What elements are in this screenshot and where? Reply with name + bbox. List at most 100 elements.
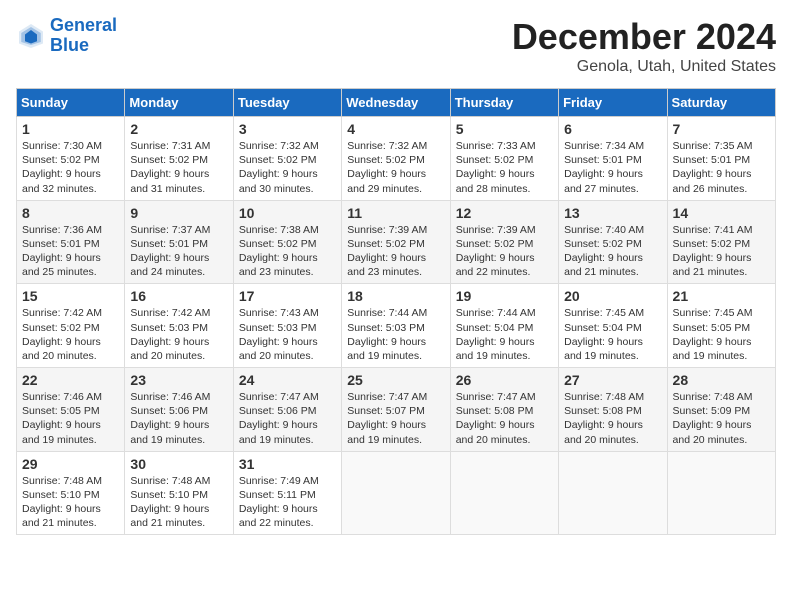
calendar-cell: 7Sunrise: 7:35 AM Sunset: 5:01 PM Daylig… bbox=[667, 117, 775, 201]
day-number: 8 bbox=[22, 205, 119, 221]
day-info: Sunrise: 7:39 AM Sunset: 5:02 PM Dayligh… bbox=[456, 223, 553, 280]
day-number: 24 bbox=[239, 372, 336, 388]
day-number: 27 bbox=[564, 372, 661, 388]
day-number: 29 bbox=[22, 456, 119, 472]
logo-line1: General bbox=[50, 15, 117, 35]
day-info: Sunrise: 7:47 AM Sunset: 5:06 PM Dayligh… bbox=[239, 390, 336, 447]
day-number: 18 bbox=[347, 288, 444, 304]
logo-icon bbox=[16, 21, 46, 51]
calendar-table: SundayMondayTuesdayWednesdayThursdayFrid… bbox=[16, 88, 776, 535]
weekday-header: Saturday bbox=[667, 89, 775, 117]
calendar-cell: 11Sunrise: 7:39 AM Sunset: 5:02 PM Dayli… bbox=[342, 200, 450, 284]
day-number: 1 bbox=[22, 121, 119, 137]
calendar-cell: 23 Sunrise: 7:46 AM Sunset: 5:06 PM Dayli… bbox=[125, 368, 233, 452]
day-info: Sunrise: 7:32 AM Sunset: 5:02 PM Dayligh… bbox=[347, 139, 444, 196]
day-info: Sunrise: 7:31 AM Sunset: 5:02 PM Dayligh… bbox=[130, 139, 227, 196]
calendar-week-row: 1 Sunrise: 7:30 AM Sunset: 5:02 PM Daylig… bbox=[17, 117, 776, 201]
location: Genola, Utah, United States bbox=[512, 58, 776, 76]
day-number: 13 bbox=[564, 205, 661, 221]
day-number: 4 bbox=[347, 121, 444, 137]
day-number: 3 bbox=[239, 121, 336, 137]
day-number: 22 bbox=[22, 372, 119, 388]
day-number: 30 bbox=[130, 456, 227, 472]
calendar-cell bbox=[667, 451, 775, 535]
day-number: 25 bbox=[347, 372, 444, 388]
calendar-week-row: 29 Sunrise: 7:48 AM Sunset: 5:10 PM Dayli… bbox=[17, 451, 776, 535]
day-number: 16 bbox=[130, 288, 227, 304]
calendar-cell: 24 Sunrise: 7:47 AM Sunset: 5:06 PM Dayli… bbox=[233, 368, 341, 452]
day-number: 2 bbox=[130, 121, 227, 137]
calendar-cell: 5 Sunrise: 7:33 AM Sunset: 5:02 PM Daylig… bbox=[450, 117, 558, 201]
day-info: Sunrise: 7:35 AM Sunset: 5:01 PM Dayligh… bbox=[673, 139, 770, 196]
logo-line2: Blue bbox=[50, 35, 89, 55]
day-info: Sunrise: 7:33 AM Sunset: 5:02 PM Dayligh… bbox=[456, 139, 553, 196]
day-info: Sunrise: 7:46 AM Sunset: 5:06 PM Dayligh… bbox=[130, 390, 227, 447]
day-number: 21 bbox=[673, 288, 770, 304]
day-info: Sunrise: 7:41 AM Sunset: 5:02 PM Dayligh… bbox=[673, 223, 770, 280]
calendar-cell: 14 Sunrise: 7:41 AM Sunset: 5:02 PM Dayli… bbox=[667, 200, 775, 284]
day-number: 9 bbox=[130, 205, 227, 221]
day-number: 14 bbox=[673, 205, 770, 221]
day-info: Sunrise: 7:40 AM Sunset: 5:02 PM Dayligh… bbox=[564, 223, 661, 280]
day-info: Sunrise: 7:44 AM Sunset: 5:04 PM Dayligh… bbox=[456, 306, 553, 363]
day-info: Sunrise: 7:48 AM Sunset: 5:09 PM Dayligh… bbox=[673, 390, 770, 447]
calendar-cell: 8 Sunrise: 7:36 AM Sunset: 5:01 PM Daylig… bbox=[17, 200, 125, 284]
day-info: Sunrise: 7:48 AM Sunset: 5:08 PM Dayligh… bbox=[564, 390, 661, 447]
calendar-cell: 18 Sunrise: 7:44 AM Sunset: 5:03 PM Dayli… bbox=[342, 284, 450, 368]
day-info: Sunrise: 7:48 AM Sunset: 5:10 PM Dayligh… bbox=[130, 474, 227, 531]
day-info: Sunrise: 7:43 AM Sunset: 5:03 PM Dayligh… bbox=[239, 306, 336, 363]
day-number: 15 bbox=[22, 288, 119, 304]
weekday-header: Friday bbox=[559, 89, 667, 117]
calendar-cell: 25Sunrise: 7:47 AM Sunset: 5:07 PM Dayli… bbox=[342, 368, 450, 452]
day-info: Sunrise: 7:46 AM Sunset: 5:05 PM Dayligh… bbox=[22, 390, 119, 447]
calendar-cell: 21 Sunrise: 7:45 AM Sunset: 5:05 PM Dayli… bbox=[667, 284, 775, 368]
day-info: Sunrise: 7:47 AM Sunset: 5:08 PM Dayligh… bbox=[456, 390, 553, 447]
day-number: 20 bbox=[564, 288, 661, 304]
calendar-cell: 2 Sunrise: 7:31 AM Sunset: 5:02 PM Daylig… bbox=[125, 117, 233, 201]
calendar-cell bbox=[450, 451, 558, 535]
day-info: Sunrise: 7:42 AM Sunset: 5:02 PM Dayligh… bbox=[22, 306, 119, 363]
calendar-cell: 26 Sunrise: 7:47 AM Sunset: 5:08 PM Dayli… bbox=[450, 368, 558, 452]
calendar-cell: 30 Sunrise: 7:48 AM Sunset: 5:10 PM Dayli… bbox=[125, 451, 233, 535]
day-info: Sunrise: 7:45 AM Sunset: 5:04 PM Dayligh… bbox=[564, 306, 661, 363]
day-info: Sunrise: 7:32 AM Sunset: 5:02 PM Dayligh… bbox=[239, 139, 336, 196]
day-info: Sunrise: 7:36 AM Sunset: 5:01 PM Dayligh… bbox=[22, 223, 119, 280]
weekday-header: Sunday bbox=[17, 89, 125, 117]
day-info: Sunrise: 7:44 AM Sunset: 5:03 PM Dayligh… bbox=[347, 306, 444, 363]
day-info: Sunrise: 7:37 AM Sunset: 5:01 PM Dayligh… bbox=[130, 223, 227, 280]
day-number: 26 bbox=[456, 372, 553, 388]
calendar-week-row: 15 Sunrise: 7:42 AM Sunset: 5:02 PM Dayli… bbox=[17, 284, 776, 368]
day-number: 19 bbox=[456, 288, 553, 304]
calendar-cell: 6 Sunrise: 7:34 AM Sunset: 5:01 PM Daylig… bbox=[559, 117, 667, 201]
day-number: 6 bbox=[564, 121, 661, 137]
day-info: Sunrise: 7:45 AM Sunset: 5:05 PM Dayligh… bbox=[673, 306, 770, 363]
day-number: 11 bbox=[347, 205, 444, 221]
calendar-cell: 12 Sunrise: 7:39 AM Sunset: 5:02 PM Dayli… bbox=[450, 200, 558, 284]
logo: General Blue bbox=[16, 16, 117, 56]
calendar-cell: 1 Sunrise: 7:30 AM Sunset: 5:02 PM Daylig… bbox=[17, 117, 125, 201]
day-number: 10 bbox=[239, 205, 336, 221]
calendar-cell bbox=[559, 451, 667, 535]
day-info: Sunrise: 7:34 AM Sunset: 5:01 PM Dayligh… bbox=[564, 139, 661, 196]
calendar-header-row: SundayMondayTuesdayWednesdayThursdayFrid… bbox=[17, 89, 776, 117]
day-info: Sunrise: 7:38 AM Sunset: 5:02 PM Dayligh… bbox=[239, 223, 336, 280]
day-number: 23 bbox=[130, 372, 227, 388]
calendar-cell: 27 Sunrise: 7:48 AM Sunset: 5:08 PM Dayli… bbox=[559, 368, 667, 452]
calendar-cell: 19 Sunrise: 7:44 AM Sunset: 5:04 PM Dayli… bbox=[450, 284, 558, 368]
calendar-cell bbox=[342, 451, 450, 535]
calendar-cell: 31Sunrise: 7:49 AM Sunset: 5:11 PM Dayli… bbox=[233, 451, 341, 535]
weekday-header: Monday bbox=[125, 89, 233, 117]
day-number: 31 bbox=[239, 456, 336, 472]
weekday-header: Tuesday bbox=[233, 89, 341, 117]
calendar-cell: 9 Sunrise: 7:37 AM Sunset: 5:01 PM Daylig… bbox=[125, 200, 233, 284]
calendar-cell: 13 Sunrise: 7:40 AM Sunset: 5:02 PM Dayli… bbox=[559, 200, 667, 284]
calendar-cell: 15 Sunrise: 7:42 AM Sunset: 5:02 PM Dayli… bbox=[17, 284, 125, 368]
day-number: 5 bbox=[456, 121, 553, 137]
day-number: 12 bbox=[456, 205, 553, 221]
day-info: Sunrise: 7:42 AM Sunset: 5:03 PM Dayligh… bbox=[130, 306, 227, 363]
calendar-cell: 4 Sunrise: 7:32 AM Sunset: 5:02 PM Daylig… bbox=[342, 117, 450, 201]
calendar-cell: 10 Sunrise: 7:38 AM Sunset: 5:02 PM Dayli… bbox=[233, 200, 341, 284]
day-info: Sunrise: 7:30 AM Sunset: 5:02 PM Dayligh… bbox=[22, 139, 119, 196]
calendar-cell: 17Sunrise: 7:43 AM Sunset: 5:03 PM Dayli… bbox=[233, 284, 341, 368]
month-title: December 2024 bbox=[512, 16, 776, 58]
